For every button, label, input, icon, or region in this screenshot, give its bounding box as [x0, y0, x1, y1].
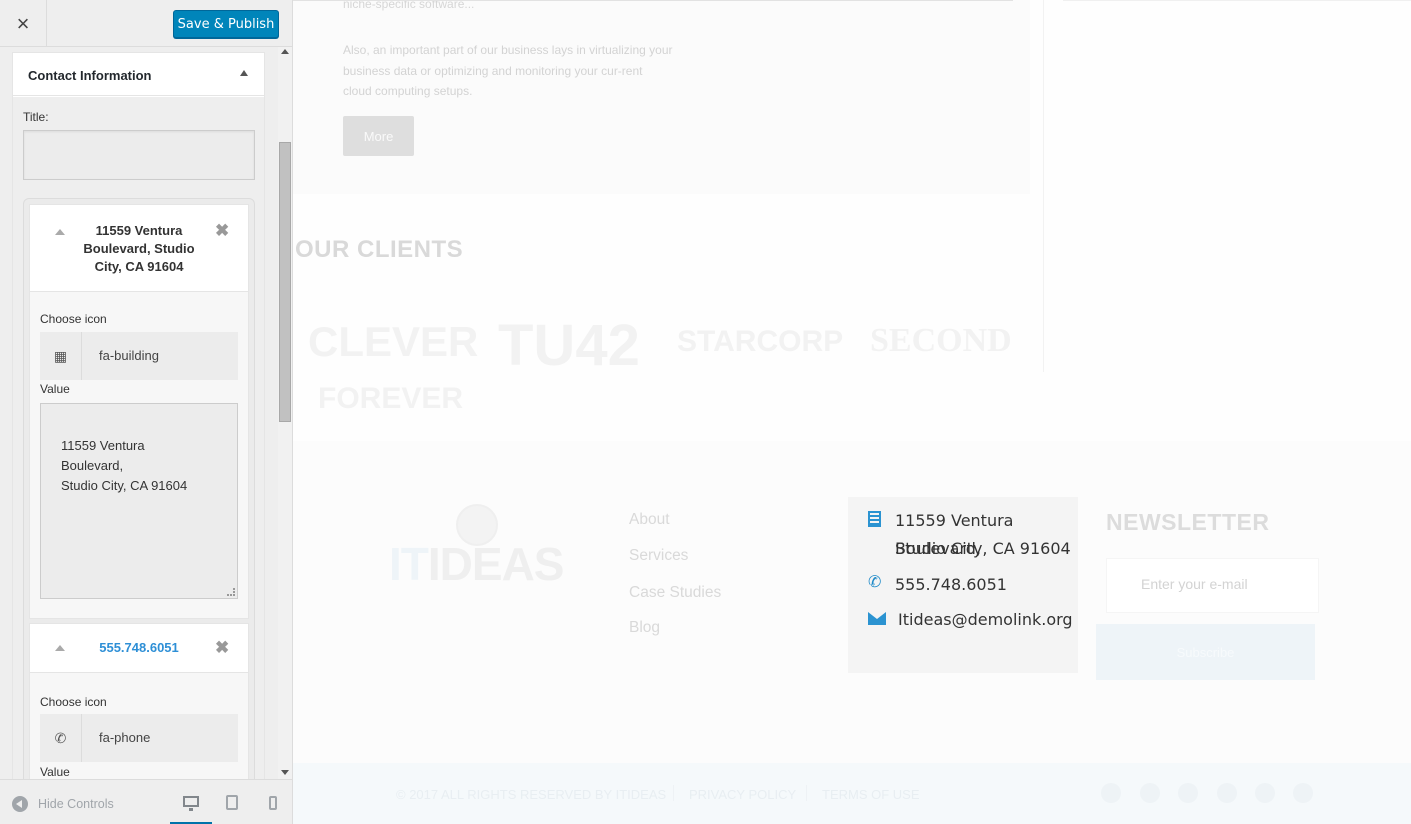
contact-items-list: 11559 Ventura Boulevard, Studio City, CA…: [23, 198, 255, 779]
phone-icon: ✆: [40, 714, 82, 762]
twitter-icon[interactable]: [1140, 783, 1160, 803]
site-footer: ITIDEAS About Services Case Studies Blog…: [293, 441, 1411, 763]
contact-email[interactable]: Itideas@demolink.org: [898, 606, 1073, 634]
sidebar-footer: Hide Controls: [0, 779, 292, 824]
envelope-icon: [868, 612, 886, 625]
dribbble-icon[interactable]: [1293, 783, 1313, 803]
scrollbar-thumb[interactable]: [279, 142, 291, 422]
sidebar-scroll-area: Contact Information Title: 11559 Ventura…: [0, 47, 292, 779]
contact-widget: Contact Information Title: 11559 Ventura…: [12, 52, 265, 779]
newsletter-email-input[interactable]: Enter your e-mail: [1106, 558, 1319, 613]
footer-bottom-bar: © 2017 ALL RIGHTS RESERVED BY ITIDEAS PR…: [293, 763, 1411, 824]
value-text: 11559 Ventura Boulevard, Studio City, CA…: [61, 438, 188, 493]
desktop-icon: [183, 795, 199, 811]
divider: [806, 785, 807, 801]
preview-tablet-button[interactable]: [211, 780, 253, 824]
item-heading: 11559 Ventura Boulevard, Studio City, CA…: [83, 223, 195, 274]
building-icon: ▦: [40, 332, 82, 380]
contact-item: 555.748.6051 ✖ Choose icon ✆ fa-phone Va…: [29, 623, 249, 779]
services-text-top: niche-specific software...: [343, 0, 475, 11]
brand-logo[interactable]: ITIDEAS: [389, 537, 565, 591]
item-heading: 555.748.6051: [99, 640, 179, 655]
choose-icon-label: Choose icon: [40, 695, 107, 709]
item-body: Choose icon ▦ fa-building Value 11559 Ve…: [30, 292, 248, 618]
client-logo[interactable]: SECOND: [870, 322, 1012, 360]
title-input[interactable]: [23, 130, 255, 180]
client-logo[interactable]: CLEVER: [308, 318, 478, 366]
icon-name: fa-phone: [99, 730, 151, 745]
widget-title: Contact Information: [28, 68, 152, 83]
value-textarea[interactable]: 11559 Ventura Boulevard, Studio City, CA…: [40, 403, 238, 599]
save-publish-button[interactable]: Save & Publish: [173, 10, 279, 38]
building-icon: [868, 511, 881, 527]
subscribe-button[interactable]: Subscribe: [1096, 624, 1315, 680]
vine-icon[interactable]: [1217, 783, 1237, 803]
google-plus-icon[interactable]: [1178, 783, 1198, 803]
value-label: Value: [40, 382, 70, 396]
site-preview: niche-specific software... Also, an impo…: [293, 0, 1411, 824]
close-icon[interactable]: ×: [17, 11, 30, 37]
scroll-up-arrow-icon[interactable]: [281, 49, 289, 54]
copyright-text: © 2017 ALL RIGHTS RESERVED BY ITIDEAS: [396, 787, 667, 802]
sidebar-header: × Save & Publish: [0, 0, 292, 47]
brand-it: IT: [389, 538, 429, 590]
customizer-sidebar: × Save & Publish Contact Information Tit…: [0, 0, 293, 824]
youtube-icon[interactable]: [1255, 783, 1275, 803]
remove-item-icon[interactable]: ✖: [215, 638, 229, 658]
client-logo[interactable]: STARCORP: [677, 325, 843, 359]
footer-nav-case-studies[interactable]: Case Studies: [629, 584, 721, 602]
more-button[interactable]: More: [343, 116, 414, 156]
contact-phone[interactable]: 555.748.6051: [895, 571, 1007, 599]
choose-icon-label: Choose icon: [40, 312, 107, 326]
close-customizer-button[interactable]: ×: [0, 0, 47, 47]
phone-icon: ✆: [868, 574, 882, 591]
divider: [1063, 0, 1411, 1]
hide-controls-label: Hide Controls: [38, 797, 114, 811]
facebook-icon[interactable]: [1101, 783, 1121, 803]
icon-name: fa-building: [99, 348, 159, 363]
preview-desktop-button[interactable]: [170, 780, 212, 824]
contact-card: 11559 Ventura Boulevard, Studio City, CA…: [848, 497, 1078, 673]
resize-handle-icon[interactable]: [227, 588, 235, 596]
item-header[interactable]: 11559 Ventura Boulevard, Studio City, CA…: [30, 205, 248, 292]
client-logo[interactable]: FOREVER: [318, 382, 463, 416]
remove-item-icon[interactable]: ✖: [215, 221, 229, 241]
scroll-down-arrow-icon[interactable]: [281, 770, 289, 775]
collapse-arrow-icon[interactable]: [240, 70, 248, 76]
value-label: Value: [40, 765, 70, 779]
footer-nav-blog[interactable]: Blog: [629, 619, 660, 637]
terms-of-use-link[interactable]: TERMS OF USE: [822, 787, 920, 802]
icon-picker[interactable]: ✆ fa-phone: [40, 714, 238, 762]
client-logo[interactable]: TU42: [498, 312, 640, 379]
services-card: niche-specific software... Also, an impo…: [293, 0, 1030, 194]
hide-controls-button[interactable]: Hide Controls: [12, 796, 114, 812]
tablet-icon: [226, 795, 238, 810]
services-text-body: Also, an important part of our business …: [343, 43, 673, 98]
widget-body: Title: 11559 Ventura Boulevard, Studio C…: [13, 97, 264, 779]
collapse-arrow-icon[interactable]: [55, 645, 65, 651]
widget-header[interactable]: Contact Information: [13, 53, 264, 96]
title-label: Title:: [23, 110, 49, 124]
brand-ideas: IDEAS: [427, 538, 565, 590]
privacy-policy-link[interactable]: PRIVACY POLICY: [689, 787, 796, 802]
clients-heading: OUR CLIENTS: [295, 236, 464, 263]
contact-item: 11559 Ventura Boulevard, Studio City, CA…: [29, 204, 249, 619]
newsletter-heading: NEWSLETTER: [1106, 509, 1270, 535]
collapse-arrow-icon[interactable]: [55, 229, 65, 235]
contact-address-line2: Studio City, CA 91604: [895, 539, 1071, 558]
icon-picker[interactable]: ▦ fa-building: [40, 332, 238, 380]
divider: [293, 0, 1013, 1]
mobile-icon: [269, 795, 277, 810]
collapse-left-icon: [12, 796, 28, 812]
sidebar-scrollbar[interactable]: [278, 47, 292, 779]
divider: [1043, 0, 1044, 372]
footer-nav-services[interactable]: Services: [629, 547, 688, 565]
item-header[interactable]: 555.748.6051 ✖: [30, 624, 248, 673]
preview-mobile-button[interactable]: [252, 780, 292, 824]
divider: [673, 785, 674, 801]
item-body: Choose icon ✆ fa-phone Value: [30, 673, 248, 779]
footer-nav-about[interactable]: About: [629, 511, 670, 529]
